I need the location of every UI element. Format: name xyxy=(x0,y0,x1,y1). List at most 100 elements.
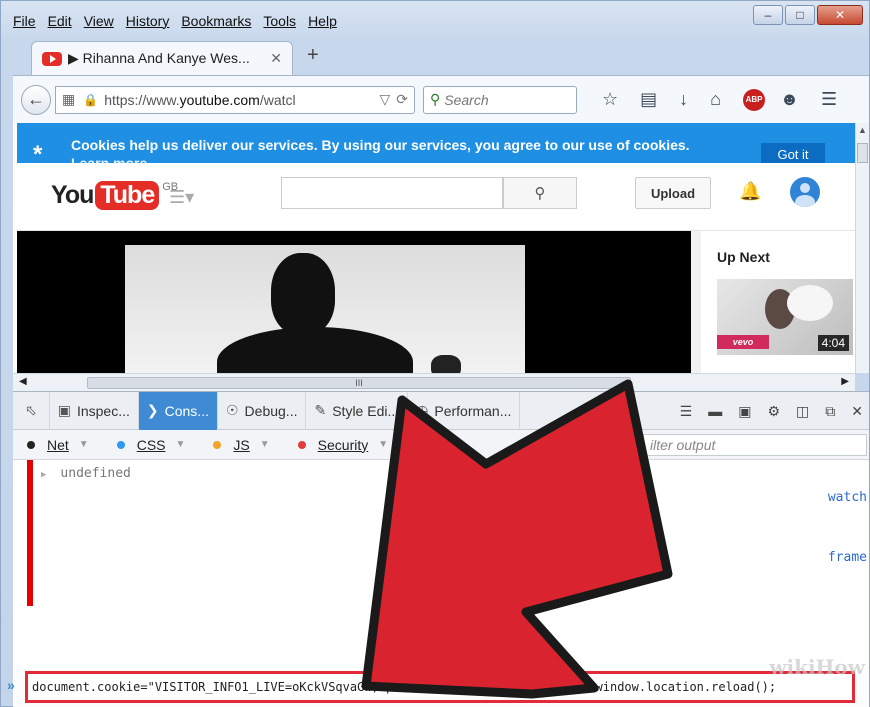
avatar[interactable] xyxy=(790,177,820,207)
tab-youtube[interactable]: ▶ Rihanna And Kanye Wes... ✕ xyxy=(31,41,293,75)
notifications-bell-icon[interactable]: 🔔 xyxy=(739,181,761,202)
performance-icon: ◷ xyxy=(416,402,429,418)
url-domain: youtube.com xyxy=(179,91,260,108)
youtube-search-input[interactable] xyxy=(281,177,503,209)
menu-hamburger-icon[interactable]: ☰ xyxy=(821,89,837,110)
toolbar-icons: ☆ ▤ ↓ ⌂ ABP ☻ ☰ xyxy=(591,88,848,111)
dropdown-history-icon[interactable]: ▽ xyxy=(379,91,390,108)
home-icon[interactable]: ⌂ xyxy=(710,89,721,110)
filter-security[interactable]: Security ▼ xyxy=(297,437,388,453)
video-figure-body xyxy=(217,327,413,373)
library-icon[interactable]: ▦ xyxy=(62,91,75,108)
console-command-input[interactable]: document.cookie="VISITOR_INFO1_LIVE=oKck… xyxy=(25,671,855,703)
close-window-button[interactable]: ✕ xyxy=(817,5,863,25)
close-devtools-icon[interactable]: ✕ xyxy=(851,403,863,420)
vertical-scroll-thumb[interactable] xyxy=(857,143,868,163)
new-tab-button[interactable]: + xyxy=(307,44,319,67)
tab-performance[interactable]: ◷ Performan... xyxy=(408,391,521,430)
menu-help[interactable]: Help xyxy=(308,13,337,29)
horizontal-scrollbar[interactable]: ◀ III ▶ xyxy=(13,373,855,391)
tab-style-editor[interactable]: ✎ Style Edi... xyxy=(306,391,409,430)
address-bar[interactable]: ▦ 🔒 https://www.youtube.com/watcl ▽ ⟳ xyxy=(55,85,415,114)
filter-net[interactable]: Net ▼ xyxy=(27,437,89,453)
clear-button[interactable]: Cl xyxy=(552,437,565,453)
vertical-scrollbar[interactable]: ▲ xyxy=(855,123,869,373)
tab-debugger[interactable]: ☉ Debug... xyxy=(218,391,307,430)
bookmark-star-icon[interactable]: ☆ xyxy=(602,89,618,110)
navigation-toolbar: ← ▦ 🔒 https://www.youtube.com/watcl ▽ ⟳ … xyxy=(13,75,869,123)
youtube-search-button[interactable]: ⚲ xyxy=(503,177,577,209)
scratchpad-icon[interactable]: ▬ xyxy=(708,403,722,419)
url-path: /watcl xyxy=(259,91,296,108)
filter-net-dropdown-icon[interactable]: ▼ xyxy=(79,439,89,450)
filter-output-input[interactable]: ilter output xyxy=(643,434,867,456)
filter-css-label: CSS xyxy=(136,436,166,453)
scroll-left-icon[interactable]: ◀ xyxy=(19,376,27,387)
filter-js[interactable]: JS ▼ xyxy=(213,437,270,453)
cookie-banner: * Cookies help us deliver our services. … xyxy=(17,123,855,171)
scroll-up-icon[interactable]: ▲ xyxy=(858,125,867,135)
source-link-frame[interactable]: frame xyxy=(828,550,867,565)
got-it-button[interactable]: Got it xyxy=(761,143,825,165)
menu-view[interactable]: View xyxy=(84,13,114,29)
search-box[interactable]: ⚲ Search xyxy=(423,85,577,114)
menu-bookmarks[interactable]: Bookmarks xyxy=(181,13,251,29)
youtube-header: You Tube GB ☰▾ ⚲ Upload 🔔 xyxy=(17,163,855,231)
video-figure-head xyxy=(271,253,335,335)
filter-security-dropdown-icon[interactable]: ▼ xyxy=(378,439,388,450)
tab-title: ▶ Rihanna And Kanye Wes... xyxy=(68,50,250,66)
filter-logging-label: Lo xyxy=(436,436,452,453)
guide-menu-icon[interactable]: ☰▾ xyxy=(169,187,194,208)
filter-logging[interactable]: Lo xyxy=(416,437,452,453)
inspector-icon: ▣ xyxy=(57,402,71,418)
menu-bar: File Edit View History Bookmarks Tools H… xyxy=(13,7,349,35)
reload-icon[interactable]: ⟳ xyxy=(396,91,408,108)
dock-side-icon[interactable]: ◫ xyxy=(796,403,809,420)
upload-button[interactable]: Upload xyxy=(635,177,711,209)
menu-edit[interactable]: Edit xyxy=(48,13,72,29)
console-prompt-icon: » xyxy=(7,677,15,693)
expand-arrow-icon[interactable]: ▶ xyxy=(41,470,46,480)
settings-gear-icon[interactable]: ⚙ xyxy=(767,403,780,420)
devtools-actions: ☰ ▬ ▣ ⚙ ◫ ⧉ ✕ xyxy=(664,392,863,430)
window-controls: – □ ✕ xyxy=(751,5,863,25)
security-dot-icon xyxy=(297,440,306,449)
responsive-design-icon[interactable]: ▣ xyxy=(738,403,751,420)
video-player[interactable] xyxy=(17,231,691,373)
horizontal-scroll-thumb[interactable]: III xyxy=(87,377,631,389)
up-next-panel: Up Next vevo 4:04 xyxy=(701,231,855,373)
filter-css-dropdown-icon[interactable]: ▼ xyxy=(176,439,186,450)
logo-tube: Tube xyxy=(95,181,160,210)
network-icon[interactable]: ☰ xyxy=(680,403,693,420)
tab-inspector-label: Inspec... xyxy=(76,402,130,419)
back-arrow-icon: ← xyxy=(27,89,45,109)
maximize-button[interactable]: □ xyxy=(785,5,815,25)
menu-history[interactable]: History xyxy=(126,13,170,29)
element-picker-button[interactable]: ⬁ xyxy=(13,391,50,430)
source-link-watch[interactable]: watch xyxy=(828,490,867,505)
menu-file[interactable]: File xyxy=(13,13,36,29)
reading-list-icon[interactable]: ▤ xyxy=(640,89,657,110)
filter-css[interactable]: CSS ▼ xyxy=(116,436,186,453)
back-button[interactable]: ← xyxy=(21,84,51,115)
scroll-right-icon[interactable]: ▶ xyxy=(841,376,849,387)
url-text: https://www.youtube.com/watcl xyxy=(104,92,373,108)
chat-icon[interactable]: ☻ xyxy=(780,89,799,110)
console-message-text: undefined xyxy=(60,466,131,481)
up-next-thumbnail[interactable]: vevo 4:04 xyxy=(717,279,853,355)
download-icon[interactable]: ↓ xyxy=(679,89,688,110)
adblock-icon[interactable]: ABP xyxy=(743,88,766,111)
minimize-button[interactable]: – xyxy=(753,5,783,25)
vevo-badge: vevo xyxy=(717,335,769,349)
youtube-logo[interactable]: You Tube GB xyxy=(51,181,178,210)
debugger-icon: ☉ xyxy=(225,402,239,418)
lock-icon[interactable]: 🔒 xyxy=(83,93,98,107)
developer-tools-panel: ⬁ ▣ Inspec... ❯ Cons... ☉ Debug... ✎ Sty… xyxy=(13,391,869,707)
console-filter-bar: Net ▼ CSS ▼ JS ▼ Security ▼ Lo Cl ilter … xyxy=(13,430,869,460)
filter-js-dropdown-icon[interactable]: ▼ xyxy=(260,439,270,450)
tab-close-icon[interactable]: ✕ xyxy=(270,50,282,67)
undock-window-icon[interactable]: ⧉ xyxy=(825,403,835,420)
tab-inspector[interactable]: ▣ Inspec... xyxy=(50,391,139,430)
menu-tools[interactable]: Tools xyxy=(263,13,296,29)
tab-console[interactable]: ❯ Cons... xyxy=(138,391,218,430)
